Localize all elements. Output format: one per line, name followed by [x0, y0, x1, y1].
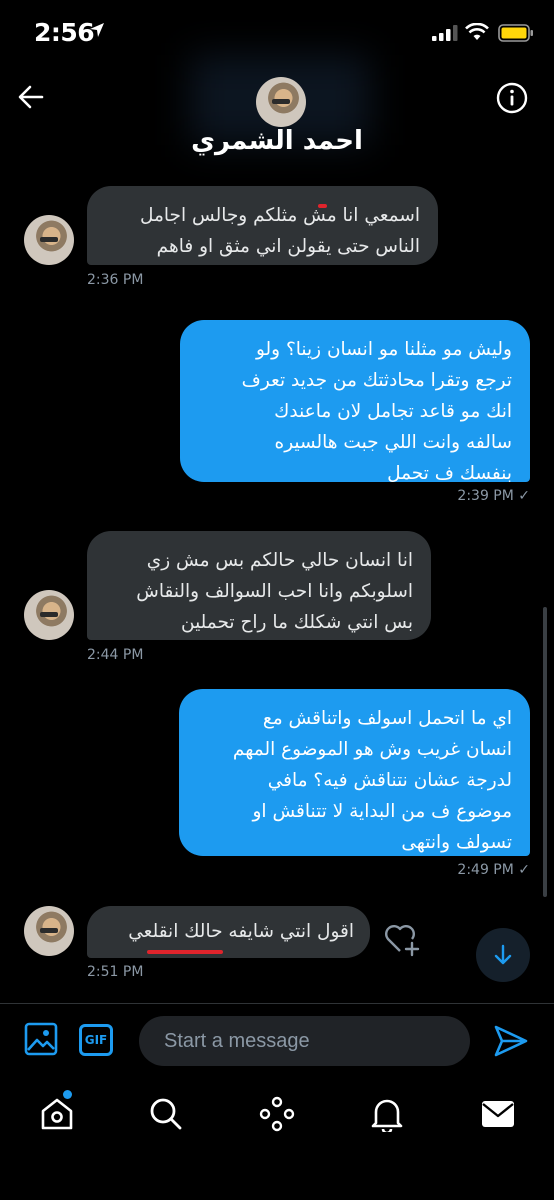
tab-home[interactable] — [37, 1092, 77, 1136]
tab-notifications[interactable] — [367, 1092, 407, 1136]
message-timestamp: 2:51 PM — [87, 964, 144, 980]
battery-icon — [498, 24, 533, 42]
annotation-underline — [147, 950, 223, 954]
message-bubble-received[interactable]: اقول انتي شايفه حالك انقلعي — [87, 906, 370, 958]
tab-search[interactable] — [146, 1092, 186, 1136]
message-timestamp: 2:49 PM ✓ — [457, 862, 530, 878]
back-arrow-icon[interactable] — [16, 82, 46, 112]
notifications-icon — [371, 1099, 403, 1132]
spaces-icon — [259, 1096, 295, 1132]
conversation-title: احمد الشمري — [191, 126, 363, 156]
message-bubble-sent[interactable]: اي ما اتحمل اسولف واتناقش مع انسان غريب … — [179, 689, 530, 856]
add-reaction-heart-icon[interactable] — [383, 921, 421, 957]
wifi-icon — [465, 23, 489, 40]
header-avatar[interactable] — [256, 77, 306, 127]
tab-messages[interactable] — [478, 1092, 518, 1136]
home-icon — [41, 1098, 73, 1130]
send-icon[interactable] — [493, 1024, 529, 1058]
message-timestamp: 2:44 PM — [87, 647, 144, 663]
search-icon — [150, 1098, 182, 1130]
sender-avatar[interactable] — [24, 590, 74, 640]
image-icon[interactable] — [24, 1022, 58, 1056]
gif-button[interactable]: GIF — [79, 1024, 113, 1056]
location-arrow-icon — [90, 23, 104, 37]
cellular-signal-icon — [432, 25, 458, 41]
scrollbar[interactable] — [543, 607, 547, 897]
message-timestamp: 2:36 PM — [87, 272, 144, 288]
scroll-to-bottom-button[interactable] — [476, 928, 530, 982]
message-input[interactable]: Start a message — [139, 1016, 470, 1066]
message-bubble-received[interactable]: انا انسان حالي حالكم بس مش زي اسلوبكم وا… — [87, 531, 431, 640]
message-bubble-received[interactable]: اسمعي انا مش مثلكم وجالس اجامل الناس حتى… — [87, 186, 438, 265]
composer-divider — [0, 1003, 554, 1004]
sender-avatar[interactable] — [24, 215, 74, 265]
messages-icon — [482, 1101, 514, 1127]
annotation-underline — [318, 204, 327, 208]
arrow-down-icon — [494, 944, 512, 965]
sender-avatar[interactable] — [24, 906, 74, 956]
tab-spaces[interactable] — [257, 1092, 297, 1136]
status-time: 2:56 — [34, 18, 95, 47]
notification-dot — [63, 1090, 72, 1099]
message-timestamp: 2:39 PM ✓ — [457, 488, 530, 504]
info-icon[interactable] — [496, 82, 528, 114]
message-bubble-sent[interactable]: وليش مو مثلنا مو انسان زينا؟ ولو ترجع وت… — [180, 320, 530, 484]
